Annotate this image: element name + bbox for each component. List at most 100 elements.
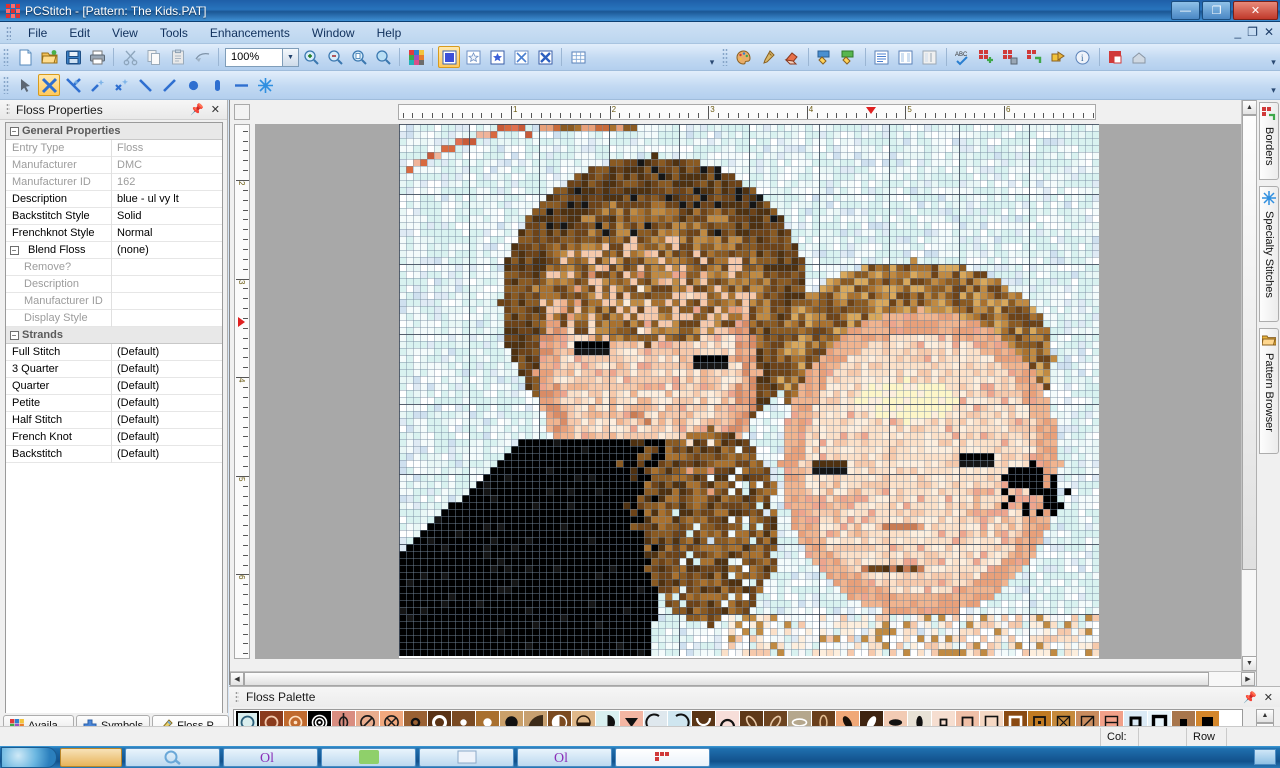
scroll-up-button[interactable]: ▲ [1242,100,1257,115]
add-floss-button[interactable] [976,46,998,68]
info-button[interactable]: i [1072,46,1094,68]
property-value[interactable]: blue - ul vy lt [112,191,222,208]
taskbar-item-5[interactable] [419,747,514,767]
save-file-button[interactable] [62,46,84,68]
canvas-horizontal-scrollbar[interactable]: ◀ ▶ [230,671,1256,686]
taskbar-item-4[interactable] [321,747,416,767]
collapse-toggle-general[interactable]: − [6,126,22,136]
scroll-right-button[interactable]: ▶ [1241,672,1255,686]
property-value[interactable]: Normal [112,225,222,242]
paste-special-button[interactable] [191,46,213,68]
property-row-3-quarter[interactable]: 3 Quarter (Default) [6,360,222,378]
quarter-stitch-tool[interactable] [86,74,108,96]
french-knot-tool[interactable] [182,74,204,96]
tab-borders[interactable]: Borders [1259,102,1279,180]
pushpin-icon[interactable]: 📌 [1243,691,1257,704]
fill-area-button[interactable] [814,46,836,68]
palette-wheel-button[interactable] [733,46,755,68]
backstitch-up-tool[interactable] [158,74,180,96]
view-symbols-color-button[interactable] [486,46,508,68]
specialty-stitch-tool[interactable] [254,74,276,96]
property-value[interactable]: (Default) [112,412,222,429]
toolbar-grip[interactable] [3,48,9,66]
palette-grip[interactable] [235,690,239,704]
three-quarter-stitch-tool[interactable] [62,74,84,96]
property-category-strands[interactable]: − Strands [6,327,222,344]
property-grid[interactable]: − General Properties Entry Type Floss Ma… [5,122,223,742]
print-button[interactable] [86,46,108,68]
zoom-level-input[interactable]: 100% [225,47,283,67]
minimize-button[interactable]: — [1171,1,1200,20]
select-tool[interactable] [14,74,36,96]
import-button[interactable] [1048,46,1070,68]
artboard[interactable] [255,124,1258,659]
system-tray[interactable] [1254,749,1276,765]
mdi-close-button[interactable]: ✕ [1264,25,1274,39]
fill-all-button[interactable] [838,46,860,68]
taskbar-item-2[interactable] [125,747,220,767]
canvas-vertical-scrollbar[interactable]: ▲ ▼ [1241,100,1257,671]
full-stitch-tool[interactable] [38,74,60,96]
menu-enhancements[interactable]: Enhancements [199,23,301,43]
tools-toolbar-grip[interactable] [3,76,9,94]
copy-button[interactable] [143,46,165,68]
property-row-blend-floss[interactable]: − Blend Floss (none) [6,241,222,259]
property-row-full-stitch[interactable]: Full Stitch (Default) [6,343,222,361]
property-value[interactable]: (Default) [112,446,222,463]
palette-scroll-up-button[interactable]: ▲ [1256,709,1274,723]
zoom-fit-button[interactable] [348,46,370,68]
close-icon[interactable]: ✕ [1264,691,1273,704]
petite-stitch-tool[interactable] [110,74,132,96]
taskbar-item-6[interactable]: Ol [517,747,612,767]
property-row-blend-description[interactable]: Description [6,275,222,293]
scroll-down-button[interactable]: ▼ [1242,656,1257,671]
cut-button[interactable] [119,46,141,68]
property-row-backstitch-style[interactable]: Backstitch Style Solid [6,207,222,225]
tab-pattern-browser[interactable]: Pattern Browser [1259,328,1279,454]
close-button[interactable]: ✕ [1233,1,1278,20]
property-category-general[interactable]: − General Properties [6,123,222,140]
property-row-blend-remove[interactable]: Remove? [6,258,222,276]
tab-specialty-stitches[interactable]: Specialty Stitches [1259,186,1279,322]
backstitch-tool[interactable] [134,74,156,96]
color-palette-button[interactable] [405,46,427,68]
zoom-dropdown-arrow-icon[interactable]: ▼ [283,47,299,67]
property-row-blend-manufacturer-id[interactable]: Manufacturer ID [6,292,222,310]
bead-tool[interactable] [206,74,228,96]
new-file-button[interactable] [14,46,36,68]
hscroll-thumb[interactable] [244,672,1209,686]
property-value[interactable]: (Default) [112,344,222,361]
view-symbols-button[interactable] [462,46,484,68]
list-view-button[interactable] [871,46,893,68]
close-icon[interactable]: ✕ [211,103,220,116]
print-preview-button[interactable] [1129,46,1151,68]
book-view-button[interactable] [919,46,941,68]
pattern-image[interactable] [399,124,1099,656]
toolbar-overflow-icon-2[interactable]: ▾ [1267,46,1280,68]
show-grid-button[interactable] [567,46,589,68]
eraser-button[interactable] [781,46,803,68]
menu-tools[interactable]: Tools [149,23,199,43]
property-value[interactable]: (Default) [112,361,222,378]
property-row-petite[interactable]: Petite (Default) [6,394,222,412]
start-button[interactable] [1,746,57,768]
taskbar-item-7[interactable] [615,747,710,767]
property-row-quarter[interactable]: Quarter (Default) [6,377,222,395]
taskbar-item-3[interactable]: Ol [223,747,318,767]
menu-view[interactable]: View [101,23,149,43]
maximize-button[interactable]: ❐ [1202,1,1231,20]
menu-file[interactable]: File [17,23,58,43]
property-row-entry-type[interactable]: Entry Type Floss [6,139,222,157]
mdi-minimize-button[interactable]: _ [1234,25,1241,39]
property-row-frenchknot-style[interactable]: Frenchknot Style Normal [6,224,222,242]
floss-swap-button[interactable] [1000,46,1022,68]
collapse-toggle-strands[interactable]: − [6,330,22,340]
pushpin-icon[interactable]: 📌 [190,103,204,116]
property-row-half-stitch[interactable]: Half Stitch (Default) [6,411,222,429]
menu-help[interactable]: Help [366,23,413,43]
vscroll-thumb[interactable] [1242,115,1257,570]
property-row-manufacturer-id[interactable]: Manufacturer ID 162 [6,173,222,191]
property-value[interactable]: Solid [112,208,222,225]
tools-overflow-icon[interactable]: ▾ [1267,74,1280,96]
taskbar-item-1[interactable] [60,747,122,767]
